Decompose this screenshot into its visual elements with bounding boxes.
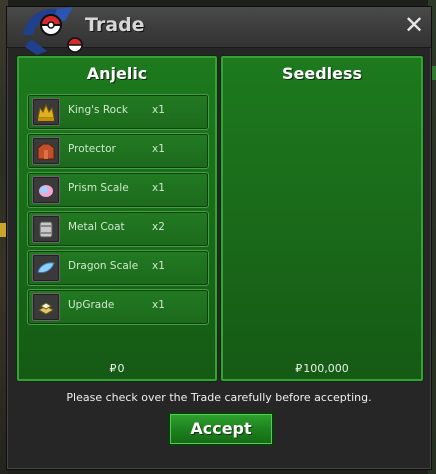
- offer-panel-right: Seedless ₽100,000: [221, 56, 423, 381]
- trade-item-dragon-scale[interactable]: Dragon Scale x1: [27, 250, 209, 286]
- item-quantity: x1: [152, 299, 165, 311]
- money-offer-right: ₽100,000: [223, 362, 421, 375]
- pokedollar-icon: ₽: [109, 362, 117, 375]
- trade-item-protector[interactable]: Protector x1: [27, 133, 209, 169]
- trade-item-metal-coat[interactable]: Metal Coat x2: [27, 211, 209, 247]
- item-name: UpGrade: [68, 299, 115, 311]
- item-name: Protector: [68, 143, 116, 155]
- accept-button[interactable]: Accept: [168, 412, 274, 446]
- close-icon[interactable]: ✕: [401, 12, 427, 38]
- dragon-scale-icon: [32, 254, 60, 282]
- item-name: King's Rock: [68, 104, 128, 116]
- trade-window: Trade ✕ Anjelic King's Rock x1 Protector…: [6, 6, 432, 470]
- window-title: Trade: [85, 14, 145, 36]
- item-quantity: x2: [152, 221, 165, 233]
- item-name: Dragon Scale: [68, 260, 139, 272]
- player-name-right: Seedless: [281, 64, 363, 83]
- pokeball-emblem-icon: [23, 7, 83, 55]
- pokedollar-icon: ₽: [295, 362, 303, 375]
- title-bar[interactable]: Trade ✕: [7, 7, 431, 55]
- item-quantity: x1: [152, 143, 165, 155]
- trade-item-upgrade[interactable]: UpGrade x1: [27, 289, 209, 325]
- upgrade-icon: [32, 293, 60, 321]
- item-quantity: x1: [152, 260, 165, 272]
- prism-scale-icon: [32, 176, 60, 204]
- trade-item-prism-scale[interactable]: Prism Scale x1: [27, 172, 209, 208]
- money-amount: 0: [117, 362, 125, 375]
- player-name-left: Anjelic: [86, 64, 148, 83]
- kings-rock-icon: [32, 98, 60, 126]
- item-name: Metal Coat: [68, 221, 125, 233]
- trade-notice: Please check over the Trade carefully be…: [66, 391, 372, 404]
- metal-coat-icon: [32, 215, 60, 243]
- item-name: Prism Scale: [68, 182, 129, 194]
- protector-icon: [32, 137, 60, 165]
- trade-item-kings-rock[interactable]: King's Rock x1: [27, 94, 209, 130]
- offer-panel-left: Anjelic King's Rock x1 Protector x1 Pris…: [17, 56, 217, 381]
- item-quantity: x1: [152, 104, 165, 116]
- item-quantity: x1: [152, 182, 165, 194]
- money-offer-left: ₽0: [19, 362, 215, 375]
- money-amount: 100,000: [303, 362, 349, 375]
